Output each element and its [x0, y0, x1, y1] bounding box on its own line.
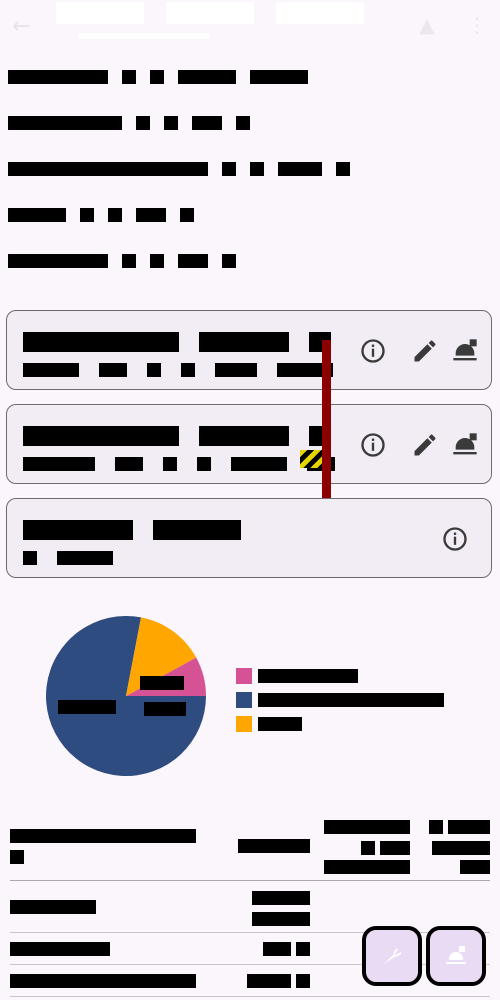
- detail-line: [8, 250, 250, 268]
- chart-legend: [236, 664, 444, 736]
- arrow-back-icon[interactable]: ←: [12, 14, 38, 40]
- food-fire-icon[interactable]: ▲: [414, 12, 440, 38]
- detail-line: [8, 112, 264, 130]
- table-row: [10, 880, 490, 933]
- edit-icon[interactable]: [411, 431, 439, 459]
- overflow-warning: [300, 450, 322, 468]
- detail-line: [8, 158, 364, 176]
- card-1[interactable]: [6, 310, 492, 390]
- tab-1[interactable]: [56, 2, 144, 24]
- carrot-fab-button[interactable]: [362, 926, 422, 986]
- info-icon[interactable]: [359, 431, 387, 459]
- legend-item: [236, 688, 444, 712]
- card-3[interactable]: [6, 498, 492, 578]
- tab-2[interactable]: [166, 2, 254, 24]
- detail-line: [8, 66, 322, 84]
- dish-icon: [446, 946, 466, 964]
- pie-label: [144, 701, 186, 716]
- carrot-icon: [384, 948, 402, 964]
- table-header-row: [10, 810, 490, 881]
- dish-icon[interactable]: [451, 431, 479, 459]
- tab-indicator: [78, 33, 210, 39]
- app-bar: ← ▲ ⋮: [0, 0, 500, 48]
- edit-icon[interactable]: [411, 337, 439, 365]
- pie-label: [58, 699, 116, 714]
- detail-line: [8, 204, 208, 222]
- dish-fab-button[interactable]: [426, 926, 486, 986]
- info-icon[interactable]: [441, 525, 469, 553]
- more-vert-icon[interactable]: ⋮: [464, 12, 490, 38]
- legend-item: [236, 664, 444, 688]
- dish-icon[interactable]: [451, 337, 479, 365]
- info-icon[interactable]: [359, 337, 387, 365]
- legend-item: [236, 712, 444, 736]
- overflow-indicator: [322, 340, 331, 498]
- tab-3[interactable]: [276, 2, 364, 24]
- pie-label: [140, 675, 184, 690]
- card-2[interactable]: [6, 404, 492, 484]
